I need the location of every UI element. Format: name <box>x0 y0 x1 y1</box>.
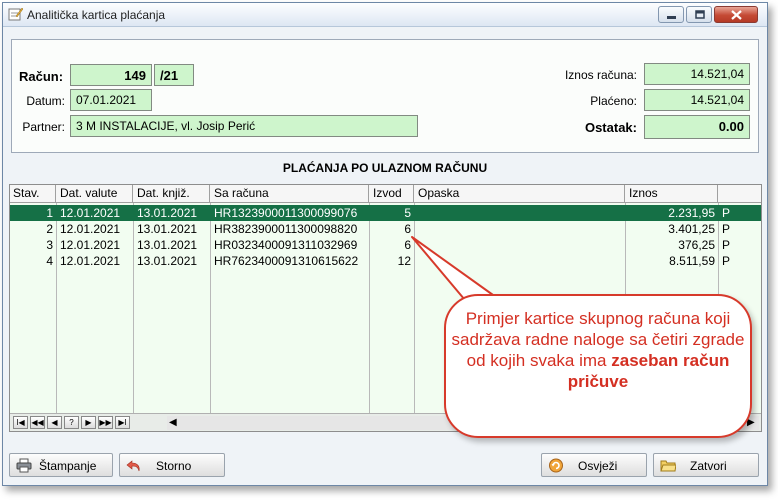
nav-next-page-button[interactable]: ▶▶ <box>98 416 113 429</box>
title-bar[interactable]: Analitička kartica plaćanja <box>3 3 767 27</box>
cell-sa-racuna: HR3823900011300098820 <box>214 222 358 236</box>
refresh-button-label: Osvježi <box>578 459 618 473</box>
section-title: PLAĆANJA PO ULAZNOM RAČUNU <box>282 161 488 175</box>
cell-opaska <box>415 221 625 237</box>
datum-label: Datum: <box>26 94 65 108</box>
cell-opaska <box>415 253 625 269</box>
cell-opaska <box>415 237 625 253</box>
grid-header: Stav. Dat. valute Dat. knjiž. Sa računa … <box>10 185 761 203</box>
cell-dat-knjiz: 13.01.2021 <box>137 238 198 252</box>
refresh-button[interactable]: Osvježi <box>541 453 647 477</box>
nav-first-button[interactable]: I◀ <box>13 416 28 429</box>
maximize-icon <box>695 10 705 19</box>
cell-iznos: 2.231,95 <box>668 206 715 220</box>
ostatak-field[interactable]: 0.00 <box>644 115 750 139</box>
placeno-field[interactable]: 14.521,04 <box>644 89 750 111</box>
invoice-header-panel: Račun: 149 /21 Datum: 07.01.2021 Partner… <box>11 39 759 153</box>
cell-izvod: 5 <box>404 206 411 220</box>
iznos-field[interactable]: 14.521,04 <box>644 63 750 85</box>
table-row[interactable]: 2 12.01.2021 13.01.2021 HR38239000113000… <box>10 221 761 237</box>
close-button[interactable]: Zatvori <box>653 453 759 477</box>
nav-next-button[interactable]: ▶ <box>81 416 96 429</box>
cell-dat-knjiz: 13.01.2021 <box>137 254 198 268</box>
cell-izvod: 12 <box>397 254 411 268</box>
racun-number-field[interactable]: 149 <box>70 64 152 86</box>
cell-flag: P <box>722 206 731 220</box>
print-button-label: Štampanje <box>39 459 97 473</box>
cell-iznos: 376,25 <box>678 238 715 252</box>
cell-stav: 4 <box>46 254 53 268</box>
nav-search-button[interactable]: ? <box>64 416 79 429</box>
cell-dat-valute: 12.01.2021 <box>60 222 121 236</box>
placeno-label: Plaćeno: <box>590 94 637 108</box>
callout-text: Primjer kartice skupnog računa koji sadr… <box>446 308 750 392</box>
cell-dat-valute: 12.01.2021 <box>60 254 121 268</box>
cell-iznos: 3.401,25 <box>668 222 715 236</box>
storno-button-label: Storno <box>156 459 192 473</box>
printer-icon <box>16 458 32 473</box>
nav-prev-button[interactable]: ◀ <box>47 416 62 429</box>
cell-flag: P <box>722 222 731 236</box>
cell-opaska <box>415 205 625 221</box>
partner-field[interactable]: 3 M INSTALACIJE, vl. Josip Perić <box>70 115 418 137</box>
nav-last-button[interactable]: ▶I <box>115 416 130 429</box>
cell-sa-racuna: HR1323900011300099076 <box>214 206 358 220</box>
cell-flag: P <box>722 238 731 252</box>
window-title: Analitička kartica plaćanja <box>27 8 166 22</box>
close-button-label: Zatvori <box>690 459 727 473</box>
col-header-extra <box>719 185 761 203</box>
cell-iznos: 8.511,59 <box>669 254 715 268</box>
racun-suffix-field[interactable]: /21 <box>154 64 194 86</box>
minimize-icon <box>667 16 676 19</box>
close-window-button[interactable] <box>714 6 758 23</box>
cell-stav: 3 <box>46 238 53 252</box>
cell-stav: 1 <box>46 206 53 220</box>
callout-bubble: Primjer kartice skupnog računa koji sadr… <box>444 294 752 438</box>
col-header-sa-racuna[interactable]: Sa računa <box>211 185 369 203</box>
cell-dat-knjiz: 13.01.2021 <box>137 222 198 236</box>
cell-flag: P <box>722 254 731 268</box>
scroll-left-arrow-icon[interactable]: ◀ <box>169 416 177 430</box>
cell-sa-racuna: HR0323400091311032969 <box>214 238 358 252</box>
racun-label: Račun: <box>19 69 64 84</box>
nav-prev-page-button[interactable]: ◀◀ <box>30 416 45 429</box>
cell-izvod: 6 <box>404 222 411 236</box>
close-icon <box>731 10 742 20</box>
table-row[interactable]: 1 12.01.2021 13.01.2021 HR13239000113000… <box>10 205 761 221</box>
cell-izvod: 6 <box>404 238 411 252</box>
undo-icon <box>126 460 140 472</box>
datum-field[interactable]: 07.01.2021 <box>70 89 152 111</box>
folder-icon <box>660 460 676 472</box>
cell-sa-racuna: HR7623400091310615622 <box>214 254 359 268</box>
col-header-dat-knjiz[interactable]: Dat. knjiž. <box>134 185 210 203</box>
minimize-button[interactable] <box>658 6 684 23</box>
print-button[interactable]: Štampanje <box>9 453 113 477</box>
table-row[interactable]: 4 12.01.2021 13.01.2021 HR76234000913106… <box>10 253 761 269</box>
app-icon <box>8 7 23 21</box>
ostatak-label: Ostatak: <box>584 120 637 135</box>
refresh-icon <box>549 458 563 473</box>
col-header-iznos[interactable]: Iznos <box>626 185 718 203</box>
iznos-label: Iznos računa: <box>564 68 637 82</box>
cell-dat-knjiz: 13.01.2021 <box>137 206 198 220</box>
cell-dat-valute: 12.01.2021 <box>60 206 121 220</box>
col-header-opaska[interactable]: Opaska <box>415 185 625 203</box>
col-header-dat-valute[interactable]: Dat. valute <box>57 185 133 203</box>
maximize-button[interactable] <box>686 6 712 23</box>
storno-button[interactable]: Storno <box>119 453 225 477</box>
cell-dat-valute: 12.01.2021 <box>60 238 121 252</box>
col-header-stav[interactable]: Stav. <box>10 185 56 203</box>
table-row[interactable]: 3 12.01.2021 13.01.2021 HR03234000913110… <box>10 237 761 253</box>
col-header-izvod[interactable]: Izvod <box>370 185 414 203</box>
partner-label: Partner: <box>22 120 65 134</box>
cell-stav: 2 <box>46 222 53 236</box>
